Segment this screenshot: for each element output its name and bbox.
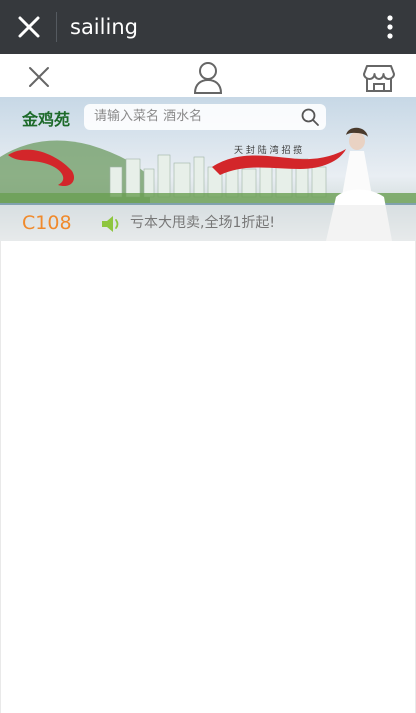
close-icon[interactable] xyxy=(22,60,56,94)
notice-text: 亏本大甩卖,全场1折起! xyxy=(130,215,275,231)
search-icon[interactable] xyxy=(300,107,320,127)
content-area xyxy=(0,241,416,713)
window-title: sailing xyxy=(70,15,138,39)
table-code: C108 xyxy=(22,212,72,234)
notice-bar[interactable]: C108 亏本大甩卖,全场1折起! xyxy=(0,205,416,241)
nav-bar xyxy=(0,54,416,98)
banner-slogan: 天 封 陆 湾 招 揽 xyxy=(234,144,302,156)
store-icon[interactable] xyxy=(362,60,396,94)
title-divider xyxy=(56,12,57,42)
banner-logo: 金鸡苑 xyxy=(21,110,70,129)
speaker-icon xyxy=(102,216,119,232)
user-icon[interactable] xyxy=(191,60,225,94)
close-icon[interactable] xyxy=(14,12,44,42)
search-bar[interactable]: 请输入菜名 酒水名 xyxy=(84,104,326,130)
search-placeholder: 请输入菜名 酒水名 xyxy=(94,109,203,124)
title-bar: sailing xyxy=(0,0,416,54)
more-vertical-icon[interactable] xyxy=(378,12,402,42)
